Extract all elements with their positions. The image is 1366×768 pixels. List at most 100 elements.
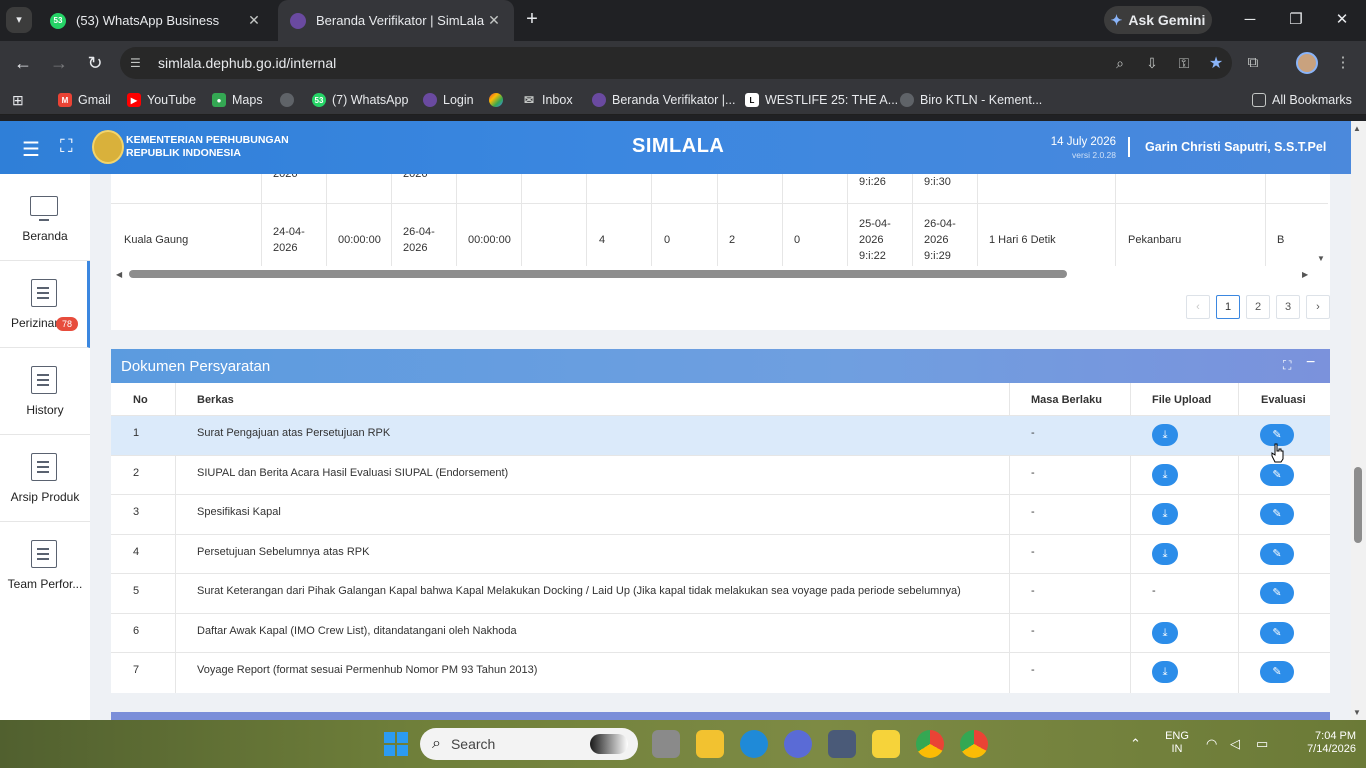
task-view-icon[interactable]: [652, 730, 680, 758]
bookmark-youtube[interactable]: ▶ YouTube: [127, 91, 196, 109]
document-name: Daftar Awak Kapal (IMO Crew List), ditan…: [197, 624, 517, 637]
sidebar-item-team-performance[interactable]: Team Perfor...: [0, 522, 90, 609]
tab-search-icon[interactable]: ▾: [6, 7, 32, 33]
bookmark-biro-ktln[interactable]: Biro KTLN - Kement...: [900, 91, 1042, 109]
pagination-prev-button[interactable]: ‹: [1186, 295, 1210, 319]
taskbar-clock[interactable]: 7:04 PM 7/14/2026: [1290, 730, 1356, 756]
profile-avatar[interactable]: [1296, 52, 1318, 74]
tray-chevron-up-icon[interactable]: ⌃: [1130, 736, 1141, 752]
sidebar-item-history[interactable]: History: [0, 348, 90, 435]
all-bookmarks[interactable]: All Bookmarks: [1252, 91, 1352, 109]
bookmark-gmail[interactable]: M Gmail: [58, 91, 111, 109]
bookmark-star-icon[interactable]: ★: [1200, 53, 1232, 73]
battery-icon[interactable]: ▭: [1256, 736, 1268, 752]
bookmark-photos[interactable]: [489, 91, 509, 109]
download-button[interactable]: ⤓: [1152, 621, 1178, 644]
pagination-page-3[interactable]: 3: [1276, 295, 1300, 319]
expand-icon[interactable]: ⛶: [1283, 358, 1291, 373]
tab-simlala[interactable]: Beranda Verifikator | SimLala ✕: [278, 0, 514, 41]
apps-grid-icon[interactable]: ⊞: [12, 91, 24, 109]
chrome-menu-icon[interactable]: ⋮: [1331, 51, 1355, 75]
windows-start-icon[interactable]: [384, 732, 408, 756]
bookmark-westlife[interactable]: L WESTLIFE 25: THE A...: [745, 91, 898, 109]
volume-icon[interactable]: ◁: [1230, 736, 1240, 752]
edge-icon[interactable]: [740, 730, 768, 758]
reload-icon[interactable]: ↻: [81, 49, 109, 77]
download-button[interactable]: ⤓: [1152, 542, 1178, 565]
table-scroll-right-icon[interactable]: ▶: [1302, 270, 1308, 279]
table-cell-location: Kuala Gaung: [124, 234, 189, 246]
sidebar-item-perizinan[interactable]: Perizinan: [0, 261, 90, 348]
bookmark-maps[interactable]: ● Maps: [212, 91, 263, 109]
bookmark-whatsapp[interactable]: 53 (7) WhatsApp: [312, 91, 408, 109]
validity: -: [1031, 466, 1035, 479]
extensions-icon[interactable]: ⧉: [1241, 51, 1265, 75]
table-cell: 24-04-2026: [273, 226, 305, 254]
pagination-page-2[interactable]: 2: [1246, 295, 1270, 319]
sidebar-item-beranda[interactable]: Beranda: [0, 174, 90, 261]
close-tab-icon[interactable]: ✕: [246, 12, 262, 29]
download-button[interactable]: ⤓: [1152, 424, 1178, 446]
collapse-icon[interactable]: −: [1306, 354, 1315, 372]
sticky-notes-icon[interactable]: [872, 730, 900, 758]
evaluate-button[interactable]: ✎: [1260, 503, 1294, 525]
validity: -: [1031, 585, 1035, 597]
bookmark-inbox[interactable]: ✉ Inbox: [522, 91, 573, 109]
close-tab-icon[interactable]: ✕: [486, 12, 502, 29]
page-scroll-up-icon[interactable]: ▲: [1353, 124, 1361, 133]
download-button[interactable]: ⤓: [1152, 503, 1178, 525]
copilot-icon[interactable]: [784, 730, 812, 758]
close-window-icon[interactable]: ✕: [1322, 6, 1362, 34]
bookmark-globe[interactable]: [280, 91, 300, 109]
table-scroll-left-icon[interactable]: ◀: [116, 270, 122, 279]
fullscreen-icon[interactable]: ⛶: [60, 136, 73, 157]
tab-title: (53) WhatsApp Business: [76, 13, 220, 28]
page-vertical-scrollbar[interactable]: [1351, 121, 1366, 720]
pagination-next-button[interactable]: ›: [1306, 295, 1330, 319]
back-icon[interactable]: ←: [9, 49, 37, 77]
zoom-icon[interactable]: ⌕: [1104, 55, 1136, 72]
chrome-profile-icon[interactable]: [960, 730, 988, 758]
hamburger-menu-icon[interactable]: ☰: [22, 137, 40, 162]
minimize-icon[interactable]: ─: [1230, 6, 1270, 34]
site-info-icon[interactable]: ☰: [130, 56, 148, 70]
evaluate-button[interactable]: ✎: [1260, 542, 1294, 565]
download-button[interactable]: ⤓: [1152, 661, 1178, 683]
install-app-icon[interactable]: ⇩: [1136, 55, 1168, 72]
page-scroll-down-icon[interactable]: ▼: [1353, 708, 1361, 717]
address-bar[interactable]: ☰ simlala.dephub.go.id/internal ⌕ ⇩ ⚿ ★: [120, 47, 1232, 79]
bookmark-label: WESTLIFE 25: THE A...: [765, 93, 899, 107]
wifi-icon[interactable]: ◠: [1206, 736, 1217, 752]
new-tab-icon[interactable]: +: [520, 8, 544, 32]
whatsapp-icon: 53: [312, 93, 326, 107]
forward-icon[interactable]: →: [45, 49, 73, 77]
evaluate-button[interactable]: ✎: [1260, 621, 1294, 644]
page-scrollbar-thumb[interactable]: [1354, 467, 1362, 543]
password-key-icon[interactable]: ⚿: [1168, 55, 1200, 72]
soccer-widget-icon[interactable]: [590, 734, 628, 754]
bookmark-label: Biro KTLN - Kement...: [920, 93, 1043, 107]
bookmark-beranda-verifikator[interactable]: Beranda Verifikator |...: [592, 91, 735, 109]
language-indicator[interactable]: ENG IN: [1162, 730, 1192, 756]
table-cell: Pekanbaru: [1128, 234, 1182, 246]
table-scroll-down-icon[interactable]: ▼: [1317, 254, 1325, 263]
table-horizontal-scrollbar[interactable]: [129, 270, 1067, 278]
sidebar-item-arsip-produk[interactable]: Arsip Produk: [0, 435, 90, 522]
evaluate-button[interactable]: ✎: [1260, 463, 1294, 486]
app-title: SIMLALA: [632, 135, 725, 157]
tab-whatsapp-business[interactable]: 53 (53) WhatsApp Business ✕: [38, 0, 274, 41]
evaluate-button[interactable]: ✎: [1260, 582, 1294, 604]
row-number: 2: [133, 466, 140, 479]
bookmark-login[interactable]: Login: [423, 91, 474, 109]
chrome-icon[interactable]: [916, 730, 944, 758]
maximize-icon[interactable]: ❐: [1276, 6, 1316, 34]
pagination-page-1[interactable]: 1: [1216, 295, 1240, 319]
folder-icon: [1252, 93, 1266, 107]
evaluate-button[interactable]: ✎: [1260, 661, 1294, 683]
ask-gemini-button[interactable]: ✦ Ask Gemini: [1104, 6, 1212, 34]
user-name[interactable]: Garin Christi Saputri, S.S.T.Pel: [1145, 140, 1326, 154]
camera-app-icon[interactable]: [828, 730, 856, 758]
download-button[interactable]: ⤓: [1152, 463, 1178, 486]
validity: -: [1031, 664, 1035, 676]
file-explorer-icon[interactable]: [696, 730, 724, 758]
